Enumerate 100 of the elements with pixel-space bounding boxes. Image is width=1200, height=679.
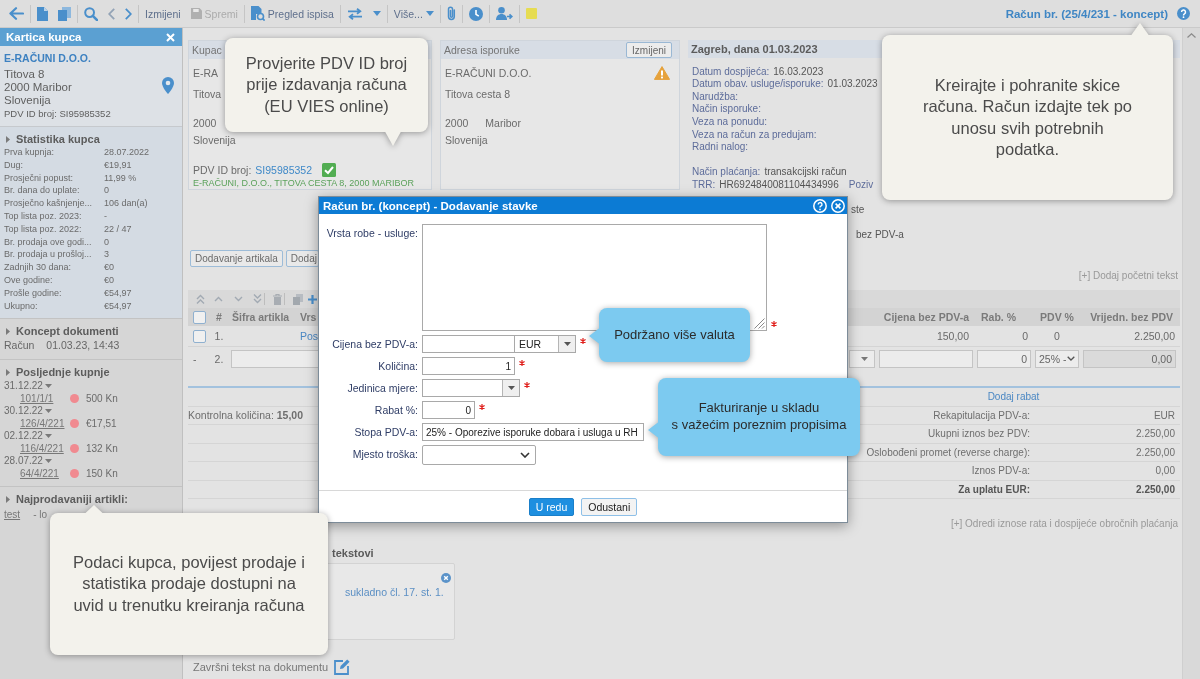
chevron-right-icon[interactable] <box>125 7 132 20</box>
user-arrow-icon[interactable] <box>495 7 513 20</box>
help-icon[interactable] <box>813 198 827 213</box>
clock-icon[interactable] <box>468 6 483 21</box>
callout-text: Kreirajte i pohranite skice računa. Račun izdajte tek po unosu svih potrebnih podatka. <box>922 74 1133 160</box>
item-link[interactable]: test <box>4 508 21 520</box>
print-preview-button[interactable]: Pregled ispisa <box>245 3 339 24</box>
installments-link[interactable]: [+] Odredi iznose rata i dospijeće obročnih plaćanja <box>950 518 1178 530</box>
draft-document: Račun <box>4 338 35 353</box>
invoice-link[interactable]: 116/4/221 <box>20 442 64 454</box>
summary-value: EUR <box>1153 409 1175 421</box>
map-pin-icon[interactable] <box>162 77 174 94</box>
plus-icon[interactable] <box>308 294 317 304</box>
select-field[interactable]: 25% - <box>1035 349 1079 368</box>
close-icon[interactable] <box>166 32 175 42</box>
chevron-down-icon[interactable] <box>520 452 530 458</box>
document-icon[interactable] <box>37 6 48 21</box>
field-label: Način isporuke: <box>692 103 761 117</box>
edit-button[interactable]: Izmijeni <box>140 3 186 24</box>
caret-down-icon[interactable] <box>44 383 52 388</box>
checkbox[interactable] <box>192 329 206 343</box>
address-line: Titova cesta 8 <box>445 88 510 101</box>
caret-right-icon[interactable] <box>6 495 10 503</box>
add-discount-link[interactable]: Dodaj rabat <box>987 391 1040 403</box>
add-intro-text-link[interactable]: [+] Dodaj početni tekst <box>1078 270 1178 282</box>
select-field[interactable] <box>849 349 875 368</box>
trash-icon[interactable] <box>273 293 282 305</box>
field-label: Radni nalog: <box>692 141 749 154</box>
summary-value: 2.250,00 <box>1136 446 1175 458</box>
summary-label: Ukupni iznos bez PDV: <box>928 428 1030 440</box>
caret-right-icon[interactable] <box>6 327 10 335</box>
edit-icon[interactable] <box>334 659 351 675</box>
close-icon[interactable] <box>831 198 845 213</box>
double-chevron-up-icon[interactable] <box>196 294 205 304</box>
address-line: 2000 Maribor <box>4 81 72 94</box>
stat-value: 22 / 47 <box>104 222 132 236</box>
double-chevron-down-icon[interactable] <box>253 294 262 304</box>
caret-down-icon[interactable] <box>44 408 52 413</box>
stat-value: €0 <box>104 261 114 274</box>
close-icon[interactable] <box>441 573 451 583</box>
postal-code: 2000 <box>445 117 469 130</box>
callout-text: Provjerite PDV ID broj prije izdavanja računa (EU VIES online) <box>245 52 408 117</box>
stat-label: Top lista poz. 2023: <box>4 210 82 223</box>
discount-field[interactable]: 0 <box>422 401 475 419</box>
column-header: # <box>216 311 222 323</box>
action-button[interactable]: Dodaj <box>285 250 319 267</box>
column-header: Šifra artikla <box>232 311 290 323</box>
input-field[interactable]: 0,00 <box>1083 349 1176 368</box>
stat-label: Prosječno kašnjenje... <box>4 197 93 210</box>
purchase-amount: €17,51 <box>86 417 117 429</box>
paperclip-icon[interactable] <box>446 6 456 21</box>
price-field[interactable] <box>422 335 515 353</box>
stat-value: €19,91 <box>104 158 132 172</box>
invoice-link[interactable]: 101/1/1 <box>20 392 54 404</box>
currency-select[interactable]: EUR <box>515 335 576 353</box>
edit-button[interactable]: Izmijeni <box>626 42 672 58</box>
caret-down-icon[interactable] <box>563 342 571 346</box>
panel-text: ste <box>851 204 865 217</box>
item-link[interactable]: Pos <box>300 330 319 342</box>
vat-rate-select[interactable]: 25% - Oporezive isporuke dobara i usluga u RH <box>422 423 644 441</box>
input-field[interactable] <box>879 349 973 368</box>
checkbox[interactable] <box>192 310 206 324</box>
chevron-left-icon[interactable] <box>108 7 115 20</box>
scrollbar[interactable] <box>1182 28 1200 679</box>
copy-icon[interactable] <box>58 6 71 21</box>
copy-icon[interactable] <box>293 293 303 305</box>
action-button[interactable]: Dodavanje artikala <box>190 250 283 267</box>
secondary-button[interactable]: Odustani <box>581 497 638 516</box>
primary-button[interactable]: U redu <box>528 497 575 516</box>
field-label: Cijena bez PDV-a: <box>332 337 418 352</box>
chevron-up-icon[interactable] <box>214 296 223 302</box>
resize-handle-icon[interactable] <box>754 318 765 329</box>
quantity-field[interactable]: 1 <box>422 357 515 375</box>
caret-down-icon[interactable] <box>861 356 868 361</box>
caret-down-icon[interactable] <box>507 386 515 390</box>
more-button[interactable]: Više... <box>388 3 439 24</box>
invoice-link[interactable]: 64/4/221 <box>20 467 59 479</box>
description-field[interactable] <box>422 224 767 331</box>
caret-right-icon[interactable] <box>6 368 10 376</box>
table-cell: 2. <box>214 352 224 365</box>
invoice-link[interactable]: 126/4/221 <box>20 417 65 429</box>
caret-right-icon[interactable] <box>6 135 10 143</box>
back-arrow-icon[interactable] <box>9 7 24 20</box>
callout-text: Fakturiranje u skladu s važećim poreznim propisima <box>671 400 847 434</box>
chevron-down-icon[interactable] <box>1067 356 1075 361</box>
swap-arrows-icon[interactable] <box>346 7 363 20</box>
stat-value: 11,99 % <box>104 171 137 185</box>
scroll-up-icon[interactable] <box>1187 33 1196 38</box>
table-cell: 150,00 <box>936 330 969 342</box>
input-field[interactable]: 0 <box>977 349 1031 368</box>
field-label: Način plaćanja: <box>692 166 761 180</box>
stat-label: Ukupno: <box>4 299 38 313</box>
vat-id-link[interactable]: SI95985352 <box>255 163 312 177</box>
table-cell: 2.250,00 <box>1134 330 1175 342</box>
caret-down-icon[interactable] <box>44 433 52 438</box>
table-cell: 0 <box>1022 330 1028 342</box>
help-icon[interactable] <box>1177 7 1190 20</box>
caret-down-icon[interactable] <box>44 458 52 463</box>
vat-id: PDV ID broj: SI95985352 <box>4 107 111 120</box>
search-icon[interactable] <box>84 6 98 21</box>
